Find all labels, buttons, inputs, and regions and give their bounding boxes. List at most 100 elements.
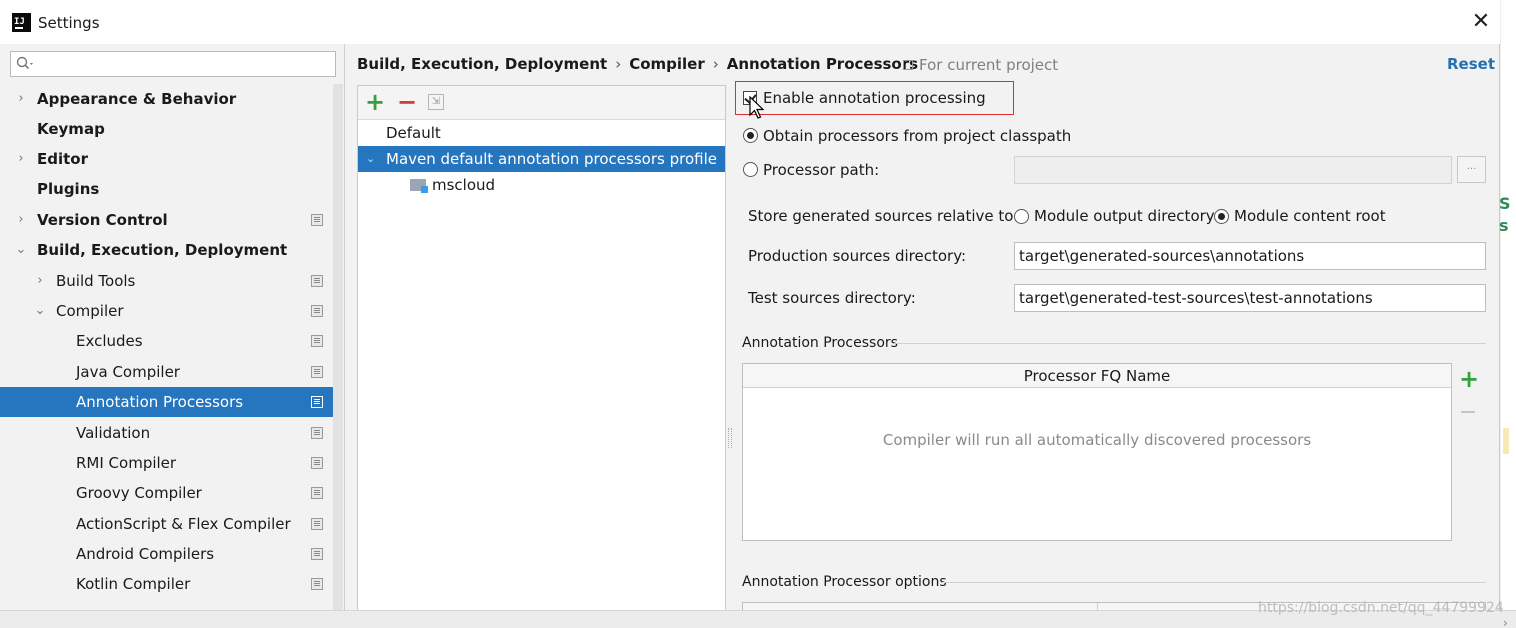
module-content-root-label[interactable]: Module content root — [1234, 207, 1386, 225]
project-level-icon — [311, 548, 323, 560]
sidebar-item-label: Validation — [76, 424, 151, 442]
reset-link[interactable]: Reset — [1447, 55, 1495, 73]
production-sources-label: Production sources directory: — [748, 247, 967, 265]
project-level-icon — [311, 275, 323, 287]
module-output-directory-radio[interactable] — [1014, 209, 1029, 224]
sidebar-item-java-compiler[interactable]: Java Compiler — [0, 357, 343, 387]
sidebar-item-label: Build Tools — [56, 272, 136, 290]
scope-indicator: For current project — [903, 56, 1058, 74]
sidebar-item-annotation-processors[interactable]: Annotation Processors — [0, 387, 343, 417]
background-highlight — [1503, 428, 1509, 454]
module-folder-icon — [410, 179, 428, 193]
intellij-logo-icon: IJ — [12, 13, 31, 32]
processor-fq-name-header[interactable]: Processor FQ Name — [743, 364, 1451, 388]
add-profile-button[interactable]: + — [363, 90, 387, 114]
sidebar-item-excludes[interactable]: Excludes — [0, 326, 343, 356]
browse-button[interactable]: ... — [1457, 156, 1486, 183]
breadcrumb: Build, Execution, Deployment › Compiler › An… — [357, 55, 918, 75]
sidebar-item-build-execution-deployment[interactable]: ⌄ Build, Execution, Deployment — [0, 235, 343, 265]
profile-maven-default[interactable]: ⌄ Maven default annotation processors pr… — [358, 146, 725, 172]
settings-dialog: IJ Settings ✕ › Appearance & Behavior Keym… — [0, 0, 1500, 611]
remove-profile-button[interactable]: − — [395, 90, 419, 114]
processor-options-section-title: Annotation Processor options — [742, 574, 947, 590]
chevron-down-icon[interactable]: ⌄ — [33, 296, 47, 326]
sidebar-item-label: Appearance & Behavior — [37, 90, 237, 108]
sidebar-item-label: RMI Compiler — [76, 454, 177, 472]
settings-search-input[interactable] — [10, 51, 336, 77]
project-level-icon — [311, 578, 323, 590]
sidebar-item-version-control[interactable]: › Version Control — [0, 205, 343, 235]
profile-label: Maven default annotation processors prof… — [386, 150, 717, 168]
test-sources-label: Test sources directory: — [748, 289, 916, 307]
project-level-icon — [311, 518, 323, 530]
obtain-from-classpath-radio[interactable] — [743, 128, 758, 143]
sidebar-scrollbar[interactable] — [333, 84, 343, 610]
sidebar-item-label: Groovy Compiler — [76, 484, 202, 502]
module-content-root-radio[interactable] — [1214, 209, 1229, 224]
processor-path-field[interactable] — [1014, 156, 1452, 184]
chevron-right-icon[interactable]: › — [14, 144, 28, 174]
project-scope-icon — [903, 60, 913, 70]
sidebar-item-label: Plugins — [37, 180, 100, 198]
chevron-right-icon[interactable]: › — [33, 266, 47, 296]
test-sources-field[interactable]: target\generated-test-sources\test-annot… — [1014, 284, 1486, 312]
store-sources-label: Store generated sources relative to: — [748, 207, 1019, 225]
sidebar-item-appearance-behavior[interactable]: › Appearance & Behavior — [0, 84, 343, 114]
sidebar-item-android-compilers[interactable]: Android Compilers — [0, 539, 343, 569]
watermark-text: https://blog.csdn.net/qq_44799924 — [1258, 600, 1504, 616]
chevron-down-icon[interactable]: ⌄ — [14, 235, 28, 265]
search-icon — [16, 56, 33, 70]
sidebar-item-validation[interactable]: Validation — [0, 418, 343, 448]
chevron-right-icon[interactable]: › — [14, 84, 28, 114]
processor-path-radio[interactable] — [743, 162, 758, 177]
production-sources-field[interactable]: target\generated-sources\annotations — [1014, 242, 1486, 270]
processor-path-label[interactable]: Processor path: — [763, 161, 879, 179]
breadcrumb-compiler: Compiler — [629, 55, 705, 73]
add-processor-button[interactable]: + — [1457, 366, 1481, 392]
background-editor-text: S s — [1499, 194, 1511, 235]
sidebar-item-compiler[interactable]: ⌄ Compiler — [0, 296, 343, 326]
close-button[interactable]: ✕ — [1468, 9, 1494, 35]
chevron-right-icon[interactable]: › — [14, 205, 28, 235]
chevron-right-icon: › — [1503, 616, 1508, 628]
sidebar-item-plugins[interactable]: Plugins — [0, 174, 343, 204]
sidebar-item-label: Build, Execution, Deployment — [37, 241, 288, 259]
sidebar-item-keymap[interactable]: Keymap — [0, 114, 343, 144]
module-output-directory-label[interactable]: Module output directory — [1034, 207, 1215, 225]
sidebar-item-rmi-compiler[interactable]: RMI Compiler — [0, 448, 343, 478]
enable-annotation-processing-label[interactable]: Enable annotation processing — [763, 89, 986, 107]
project-level-icon — [311, 487, 323, 499]
sidebar-item-label: Compiler — [56, 302, 124, 320]
sidebar-item-label: Excludes — [76, 332, 143, 350]
module-label: mscloud — [432, 176, 496, 194]
profile-module-mscloud[interactable]: mscloud — [358, 172, 725, 198]
sidebar-item-label: ActionScript & Flex Compiler — [76, 515, 291, 533]
sidebar-item-build-tools[interactable]: › Build Tools — [0, 266, 343, 296]
sidebar-item-kotlin-compiler[interactable]: Kotlin Compiler — [0, 569, 343, 599]
profile-default[interactable]: Default — [358, 120, 725, 146]
breadcrumb-separator: › — [712, 55, 719, 73]
profiles-panel: + − ⇲ Default ⌄ Maven default annotation… — [357, 85, 726, 610]
sidebar-item-label: Version Control — [37, 211, 168, 229]
sidebar-item-editor[interactable]: › Editor — [0, 144, 343, 174]
project-level-icon — [311, 305, 323, 317]
sidebar-item-groovy-compiler[interactable]: Groovy Compiler — [0, 478, 343, 508]
panel-splitter-handle[interactable] — [728, 428, 732, 448]
project-level-icon — [311, 457, 323, 469]
section-divider — [894, 343, 1486, 344]
remove-processor-button[interactable] — [1461, 411, 1475, 413]
breadcrumb-annotation-processors: Annotation Processors — [726, 55, 919, 73]
settings-sidebar: › Appearance & Behavior Keymap › Editor Plugi… — [0, 44, 345, 610]
obtain-from-classpath-label[interactable]: Obtain processors from project classpath — [763, 127, 1071, 145]
section-divider — [942, 582, 1486, 583]
chevron-down-icon: ⌄ — [366, 152, 376, 165]
profiles-toolbar: + − ⇲ — [358, 86, 725, 120]
move-to-profile-icon[interactable]: ⇲ — [428, 94, 444, 110]
sidebar-item-label: Editor — [37, 150, 88, 168]
profile-label: Default — [386, 124, 441, 142]
processors-table: Processor FQ Name Compiler will run all … — [742, 363, 1452, 541]
sidebar-item-actionscript-flex-compiler[interactable]: ActionScript & Flex Compiler — [0, 509, 343, 539]
project-level-icon — [311, 396, 323, 408]
sidebar-item-label: Annotation Processors — [76, 393, 244, 411]
title-bar: IJ Settings ✕ — [0, 0, 1500, 44]
